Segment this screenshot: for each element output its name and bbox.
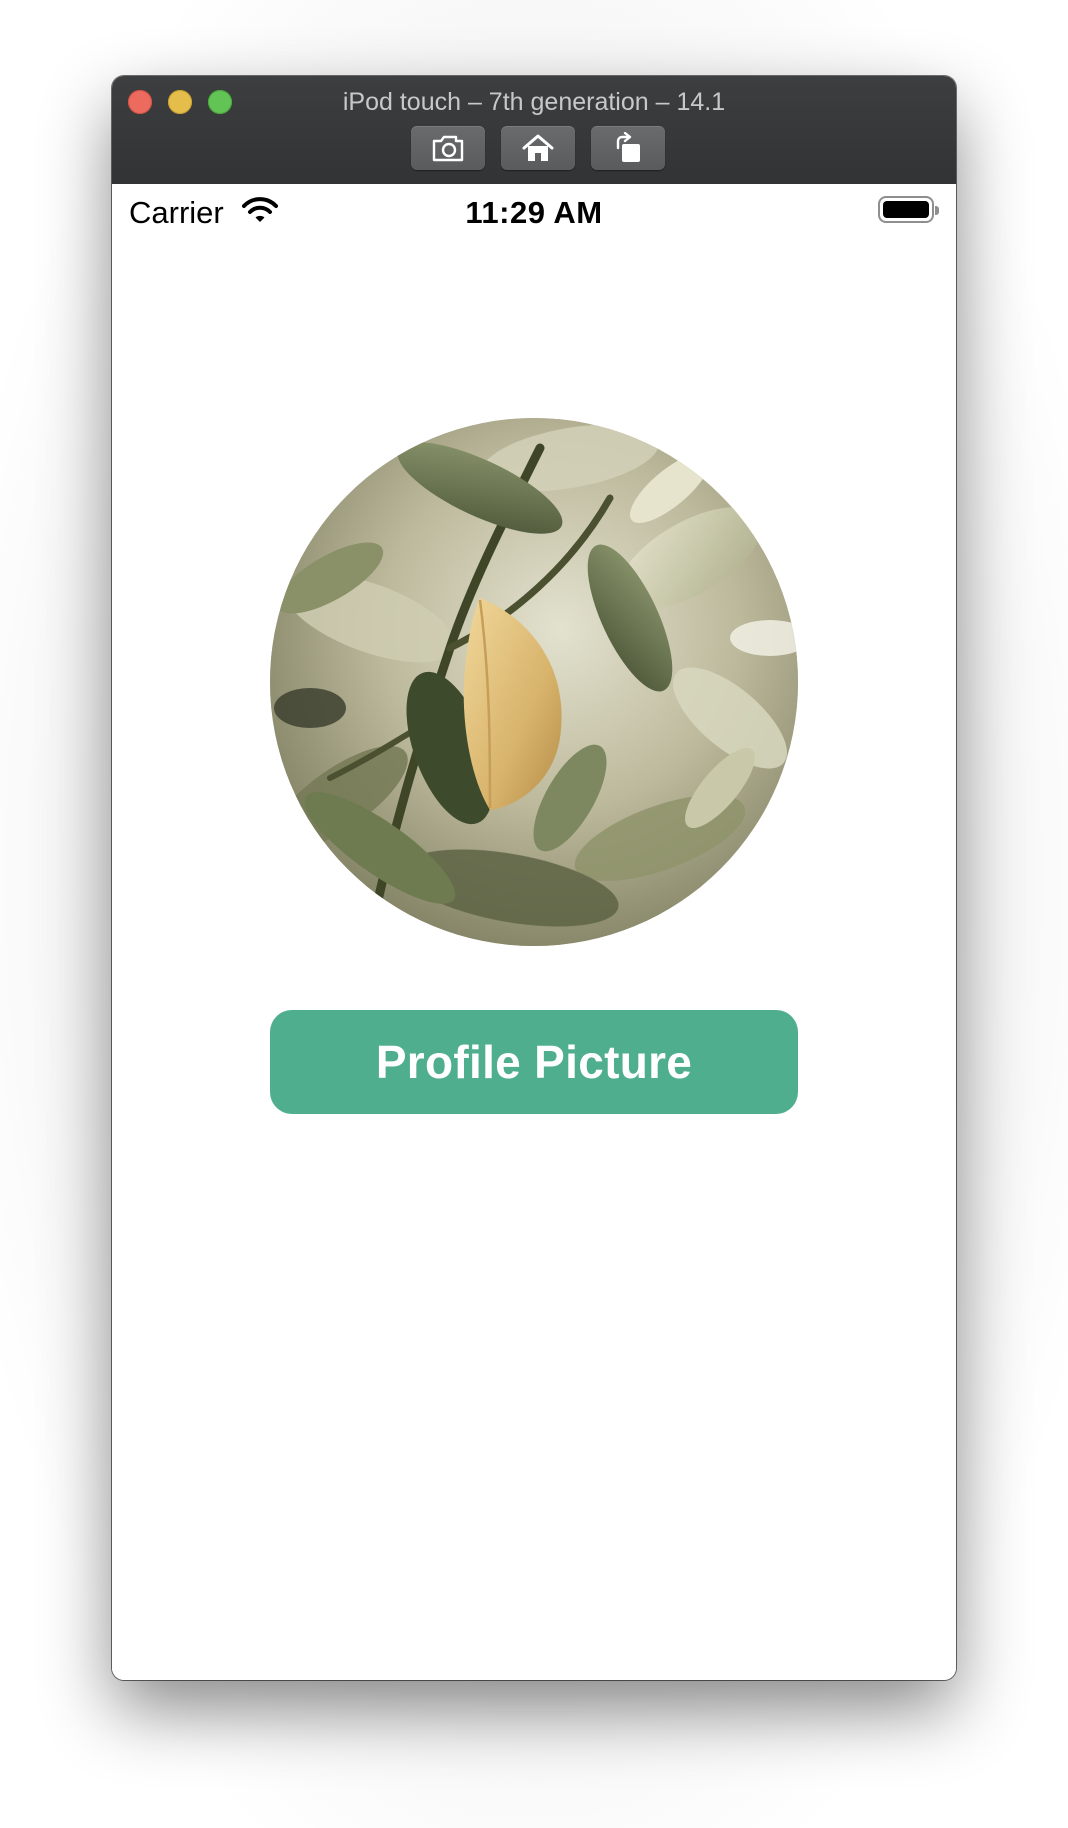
rotate-button[interactable] — [591, 126, 665, 170]
simulator-window: iPod touch – 7th generation – 14.1 Carri… — [112, 76, 956, 1680]
screenshot-button[interactable] — [411, 126, 485, 170]
profile-image — [270, 418, 798, 946]
device-screen: Carrier 11:29 AM Profile Picture — [112, 184, 956, 1680]
window-titlebar: iPod touch – 7th generation – 14.1 — [112, 76, 956, 185]
desktop-background: iPod touch – 7th generation – 14.1 Carri… — [0, 0, 1068, 1828]
home-button[interactable] — [501, 126, 575, 170]
camera-icon — [432, 135, 464, 162]
profile-picture-button[interactable]: Profile Picture — [270, 1010, 798, 1114]
battery-icon — [878, 196, 939, 223]
status-bar: Carrier 11:29 AM — [112, 184, 956, 240]
battery-level — [883, 201, 929, 218]
rotate-icon — [616, 132, 640, 162]
status-time: 11:29 AM — [465, 195, 603, 230]
home-icon — [522, 134, 554, 161]
window-title: iPod touch – 7th generation – 14.1 — [342, 88, 726, 116]
